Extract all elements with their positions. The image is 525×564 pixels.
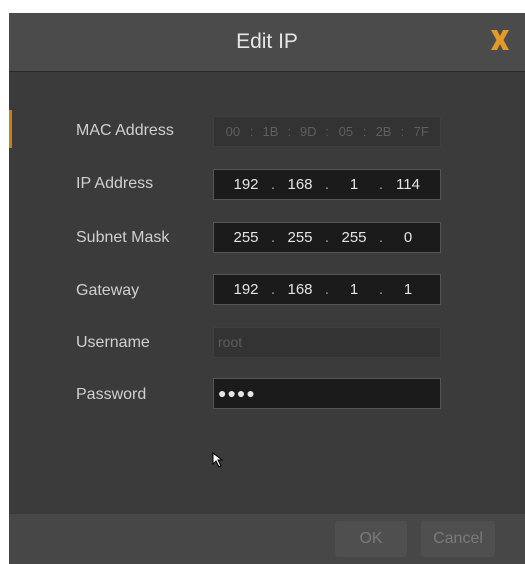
gateway-octet-2[interactable]: 168	[278, 281, 322, 298]
close-icon[interactable]	[485, 25, 515, 55]
mac-segment: 00	[225, 124, 241, 139]
cancel-button[interactable]: Cancel	[421, 521, 495, 557]
username-field: root	[213, 327, 441, 358]
username-value: root	[218, 334, 243, 350]
mac-segment: 7F	[413, 124, 429, 139]
mac-address-label: MAC Address	[76, 122, 174, 139]
subnet-octet-3[interactable]: 255	[332, 229, 376, 246]
password-field[interactable]: ●●●●	[213, 378, 441, 409]
password-value[interactable]: ●●●●	[214, 379, 440, 408]
mac-segment: 05	[338, 124, 354, 139]
ip-address-label: IP Address	[76, 175, 154, 192]
ok-button[interactable]: OK	[335, 521, 407, 557]
mac-segment: 9D	[299, 124, 317, 139]
side-accent-strip	[9, 110, 12, 148]
ip-octet-4[interactable]: 114	[386, 176, 430, 193]
ip-octet-2[interactable]: 168	[278, 176, 322, 193]
password-label: Password	[76, 386, 147, 403]
ip-octet-3[interactable]: 1	[332, 176, 376, 193]
gateway-octet-4[interactable]: 1	[386, 281, 430, 298]
subnet-octet-1[interactable]: 255	[224, 229, 268, 246]
mouse-pointer-icon	[212, 451, 226, 473]
ip-address-field[interactable]: 192. 168. 1. 114	[213, 169, 441, 200]
subnet-octet-2[interactable]: 255	[278, 229, 322, 246]
username-label: Username	[76, 334, 150, 351]
subnet-octet-4[interactable]: 0	[386, 229, 430, 246]
dialog-footer: OK Cancel	[9, 514, 525, 564]
mac-address-field: 00: 1B: 9D: 05: 2B: 7F	[213, 116, 441, 147]
mac-segment: 1B	[262, 124, 279, 139]
subnet-mask-label: Subnet Mask	[76, 229, 170, 246]
gateway-label: Gateway	[76, 282, 140, 299]
dialog-titlebar: Edit IP	[9, 13, 525, 72]
mac-segment: 2B	[375, 124, 392, 139]
gateway-octet-1[interactable]: 192	[224, 281, 268, 298]
gateway-octet-3[interactable]: 1	[332, 281, 376, 298]
edit-ip-dialog: Edit IP MAC Address 00: 1B: 9D: 05: 2B: …	[9, 13, 525, 564]
dialog-title: Edit IP	[236, 30, 298, 53]
gateway-field[interactable]: 192. 168. 1. 1	[213, 274, 441, 305]
subnet-mask-field[interactable]: 255. 255. 255. 0	[213, 222, 441, 253]
ip-octet-1[interactable]: 192	[224, 176, 268, 193]
